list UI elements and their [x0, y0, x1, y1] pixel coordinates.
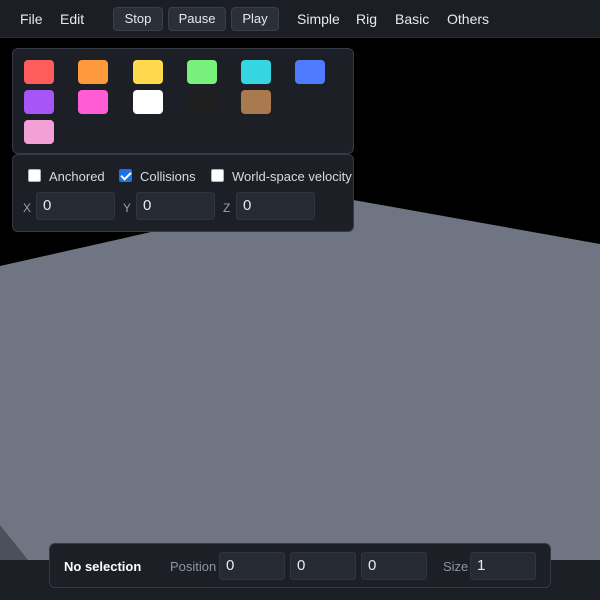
ground-plane — [0, 194, 600, 560]
pause-button[interactable]: Pause — [168, 7, 226, 31]
anchored-checkbox[interactable] — [28, 169, 41, 182]
selection-status: No selection — [64, 559, 142, 574]
file-menu[interactable]: File — [20, 11, 43, 27]
others-menu[interactable]: Others — [447, 11, 489, 27]
stop-button[interactable]: Stop — [113, 7, 163, 31]
world-velocity-label: World-space velocity — [232, 169, 352, 184]
color-swatch-yellow[interactable] — [133, 60, 163, 84]
color-swatch-red[interactable] — [24, 60, 54, 84]
status-bar: No selection Position 0 0 0 Size 1 — [49, 543, 551, 588]
simple-menu[interactable]: Simple — [297, 11, 340, 27]
anchored-label: Anchored — [49, 169, 105, 184]
color-swatch-blue[interactable] — [295, 60, 325, 84]
collisions-checkbox[interactable] — [119, 169, 132, 182]
color-swatch-cyan[interactable] — [241, 60, 271, 84]
color-palette-panel — [12, 48, 354, 154]
position-x-field[interactable]: 0 — [219, 552, 285, 580]
color-swatch-brown[interactable] — [241, 90, 271, 114]
color-swatch-pink[interactable] — [24, 120, 54, 144]
size-label: Size — [443, 559, 469, 574]
color-swatch-white[interactable] — [133, 90, 163, 114]
color-swatch-magenta[interactable] — [78, 90, 108, 114]
menu-bar: File Edit Stop Pause Play Simple Rig Bas… — [0, 0, 600, 38]
position-z-field[interactable]: 0 — [361, 552, 427, 580]
color-swatch-black[interactable] — [187, 90, 217, 114]
z-field[interactable]: 0 — [236, 192, 315, 220]
rig-menu[interactable]: Rig — [356, 11, 377, 27]
edit-menu[interactable]: Edit — [60, 11, 84, 27]
color-swatch-purple[interactable] — [24, 90, 54, 114]
z-axis-label: Z — [223, 201, 231, 215]
play-button[interactable]: Play — [231, 7, 279, 31]
basic-menu[interactable]: Basic — [395, 11, 429, 27]
collisions-label: Collisions — [140, 169, 196, 184]
x-field[interactable]: 0 — [36, 192, 115, 220]
y-field[interactable]: 0 — [136, 192, 215, 220]
properties-panel: Anchored Collisions World-space velocity… — [12, 154, 354, 232]
color-swatch-orange[interactable] — [78, 60, 108, 84]
y-axis-label: Y — [123, 201, 132, 215]
x-axis-label: X — [23, 201, 32, 215]
position-y-field[interactable]: 0 — [290, 552, 356, 580]
color-swatch-green[interactable] — [187, 60, 217, 84]
position-label: Position — [170, 559, 217, 574]
world-velocity-checkbox[interactable] — [211, 169, 224, 182]
size-field[interactable]: 1 — [470, 552, 536, 580]
